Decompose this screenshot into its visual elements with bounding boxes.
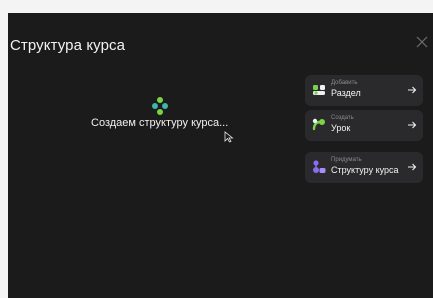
create-lesson-hint: Создать bbox=[331, 115, 354, 121]
mouse-cursor-icon bbox=[224, 131, 234, 143]
generate-structure-hint: Придумать bbox=[331, 157, 362, 163]
loading-spinner-icon bbox=[152, 97, 168, 115]
course-structure-dialog: Структура курса Создаем структуру курса.… bbox=[8, 13, 433, 298]
generate-structure-label: Структуру курса bbox=[331, 165, 399, 175]
create-lesson-button[interactable]: Создать Урок bbox=[305, 110, 423, 141]
generate-structure-button[interactable]: Придумать Структуру курса bbox=[305, 152, 423, 183]
add-section-button[interactable]: Добавить Раздел bbox=[305, 75, 423, 106]
arrow-right-icon bbox=[408, 121, 417, 129]
close-icon[interactable] bbox=[415, 35, 429, 49]
dialog-title: Структура курса bbox=[10, 37, 126, 54]
lesson-icon bbox=[312, 118, 325, 131]
loading-status-text: Создаем структуру курса... bbox=[91, 117, 229, 129]
section-icon bbox=[313, 85, 325, 95]
arrow-right-icon bbox=[408, 163, 417, 171]
add-section-hint: Добавить bbox=[331, 80, 358, 86]
create-lesson-label: Урок bbox=[331, 123, 351, 133]
structure-icon bbox=[313, 160, 326, 173]
add-section-label: Раздел bbox=[331, 88, 361, 98]
arrow-right-icon bbox=[408, 86, 417, 94]
